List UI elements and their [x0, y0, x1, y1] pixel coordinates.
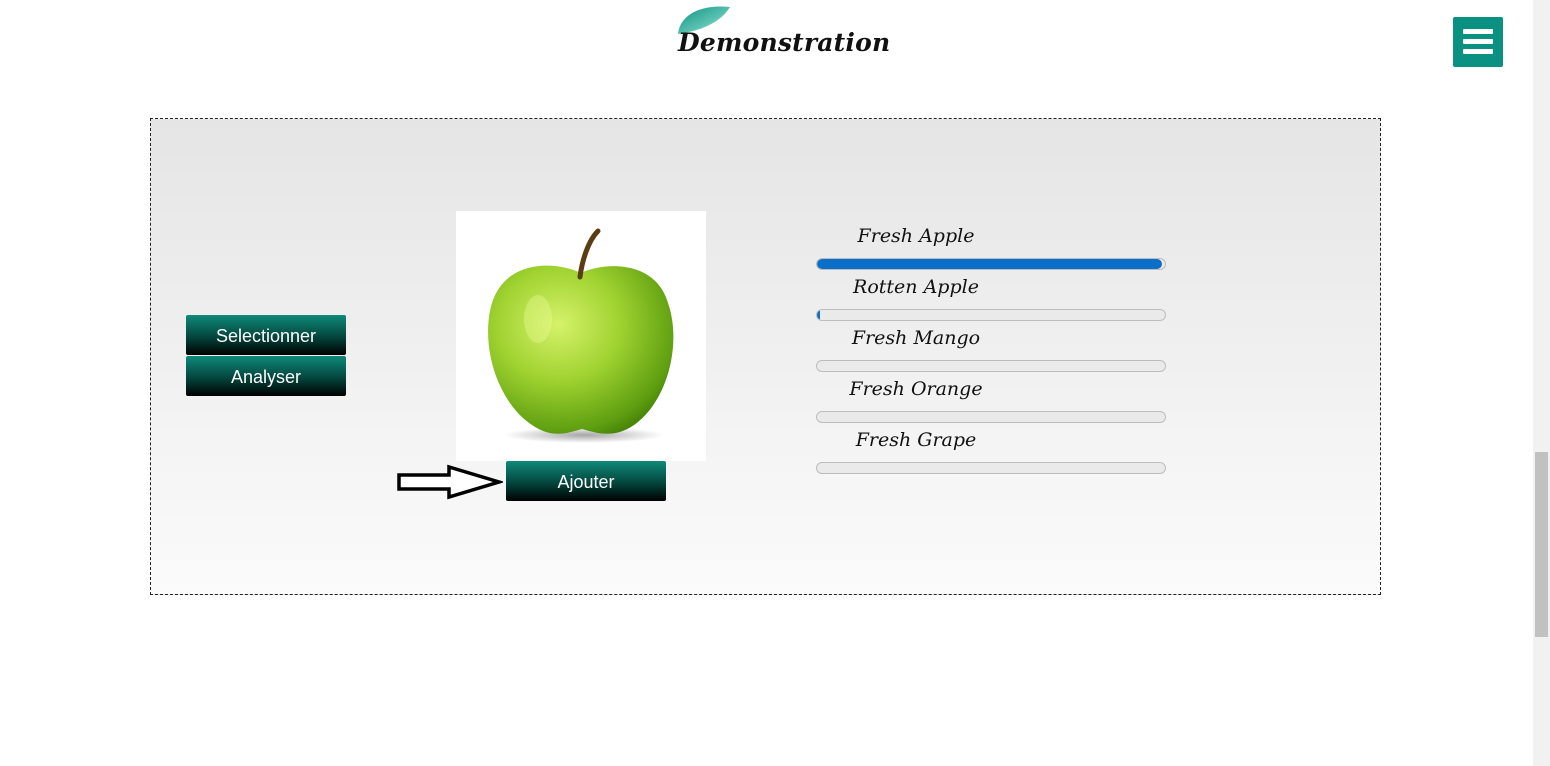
result-item: Rotten Apple [816, 270, 1168, 321]
result-item: Fresh Orange [816, 372, 1168, 423]
menu-button[interactable] [1453, 17, 1503, 67]
fruit-image [456, 211, 706, 461]
scrollbar-thumb[interactable] [1535, 452, 1548, 637]
result-progress-fill [817, 259, 1162, 269]
result-progress-fill [817, 310, 821, 320]
result-label: Fresh Apple [857, 225, 975, 247]
logo[interactable]: Demonstration [676, 4, 890, 60]
page-scrollbar[interactable] [1533, 0, 1550, 766]
result-label: Fresh Orange [849, 378, 983, 400]
result-progress-bar [816, 462, 1166, 474]
result-progress-bar [816, 258, 1166, 270]
result-label: Rotten Apple [853, 276, 979, 298]
classification-results: Fresh Apple Rotten Apple Fresh Mango Fre… [816, 219, 1168, 474]
result-item: Fresh Apple [816, 219, 1168, 270]
result-progress-bar [816, 411, 1166, 423]
result-item: Fresh Mango [816, 321, 1168, 372]
green-apple-image [488, 228, 674, 443]
logo-text: Demonstration [678, 28, 891, 57]
classifier-panel: Selectionner Analyser Ajouter Fresh Appl… [150, 118, 1381, 595]
page: Demonstration Selectionner Analyser Ajou… [0, 0, 1550, 766]
add-button[interactable]: Ajouter [506, 461, 666, 501]
result-item: Fresh Grape [816, 423, 1168, 474]
result-progress-bar [816, 360, 1166, 372]
result-label: Fresh Mango [851, 327, 981, 349]
analyze-button[interactable]: Analyser [186, 356, 346, 396]
result-progress-bar [816, 309, 1166, 321]
right-arrow-icon [397, 464, 503, 500]
result-label: Fresh Grape [855, 429, 977, 451]
select-button[interactable]: Selectionner [186, 315, 346, 355]
